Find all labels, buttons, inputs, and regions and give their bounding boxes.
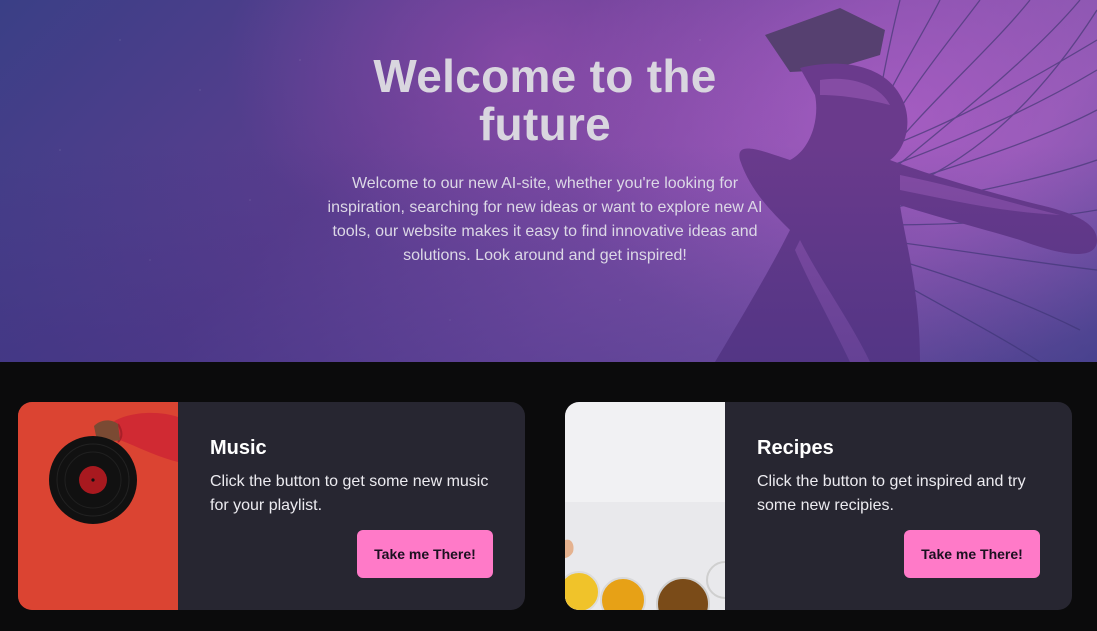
recipes-take-me-there-button[interactable]: Take me There! <box>904 530 1040 578</box>
vinyl-record-image <box>18 402 178 610</box>
hero-content: Welcome to the future Welcome to our new… <box>318 52 772 268</box>
hero-title: Welcome to the future <box>318 52 772 148</box>
hero-banner: Welcome to the future Welcome to our new… <box>0 0 1097 362</box>
music-card-body: Music Click the button to get some new m… <box>210 436 510 518</box>
recipes-card-title: Recipes <box>757 437 834 459</box>
hero-description: Welcome to our new AI-site, whether you'… <box>327 175 763 264</box>
music-take-me-there-button[interactable]: Take me There! <box>357 530 493 578</box>
recipes-card-body: Recipes Click the button to get inspired… <box>757 436 1057 518</box>
recipes-card: Recipes Click the button to get inspired… <box>565 402 1072 610</box>
hero-title-line-2: future <box>478 98 612 150</box>
spice-bowls-image <box>565 402 725 610</box>
music-card: Music Click the button to get some new m… <box>18 402 525 610</box>
music-card-title: Music <box>210 437 267 459</box>
recipes-card-text: Click the button to get inspired and try… <box>757 473 1026 514</box>
hero-title-line-1: Welcome to the <box>373 50 717 102</box>
music-card-text: Click the button to get some new music f… <box>210 473 489 514</box>
